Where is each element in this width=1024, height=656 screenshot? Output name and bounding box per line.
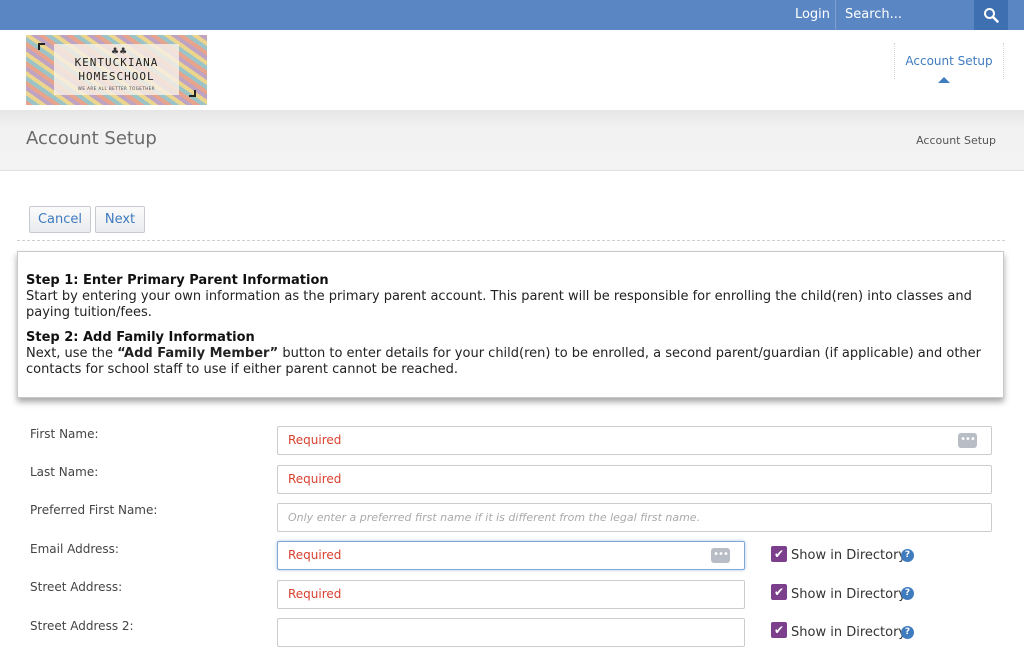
email-value: Required [288,548,342,562]
street-field[interactable]: Required [277,580,745,609]
logo-line-1: KENTUCKIANA [74,56,159,69]
search-icon [984,8,999,23]
page-title-band: Account Setup Account Setup [0,110,1024,171]
step-1-text: Start by entering your own information a… [26,289,972,320]
site-header: ♣♣ KENTUCKIANA HOMESCHOOL WE ARE ALL BET… [0,30,1024,110]
email-directory-label[interactable]: Show in Directory [791,548,906,563]
nav-item-account-setup[interactable]: Account Setup [894,43,1004,79]
street-label: Street Address: [30,580,123,594]
street-value: Required [288,587,342,601]
last-name-value: Required [288,472,342,486]
street-2-directory-label[interactable]: Show in Directory [791,625,906,640]
street-directory-checkbox[interactable]: ✔ [771,584,787,600]
first-name-field[interactable]: Required ••• [277,426,992,455]
preferred-first-name-label: Preferred First Name: [30,503,158,517]
instructions-box: Step 1: Enter Primary Parent Information… [17,251,1004,398]
logo-corner [38,43,45,50]
preferred-first-name-placeholder: Only enter a preferred first name if it … [288,511,701,524]
email-directory-checkbox[interactable]: ✔ [771,546,787,562]
street-2-label: Street Address 2: [30,619,134,633]
active-caret-icon [938,77,950,83]
step-1-heading: Step 1: Enter Primary Parent Information [26,273,329,288]
site-logo[interactable]: ♣♣ KENTUCKIANA HOMESCHOOL WE ARE ALL BET… [26,35,207,105]
last-name-field[interactable]: Required [277,465,992,494]
help-icon[interactable]: ? [901,587,914,600]
page-title: Account Setup [26,128,157,149]
last-name-label: Last Name: [30,465,99,479]
help-icon[interactable]: ? [901,626,914,639]
logo-line-2: HOMESCHOOL [78,70,155,83]
cancel-button[interactable]: Cancel [29,206,91,233]
breadcrumb: Account Setup [916,134,996,147]
step-2-text: Next, use the “Add Family Member” button… [26,346,994,378]
help-icon[interactable]: ? [901,549,914,562]
street-directory-label[interactable]: Show in Directory [791,587,906,602]
street-2-directory-checkbox[interactable]: ✔ [771,622,787,638]
first-name-label: First Name: [30,427,99,441]
more-options-icon[interactable]: ••• [958,433,977,448]
logo-corner [189,90,196,97]
email-field[interactable]: Required ••• [277,541,745,570]
more-options-icon[interactable]: ••• [711,548,730,563]
street-2-field[interactable] [277,618,745,647]
preferred-first-name-field[interactable]: Only enter a preferred first name if it … [277,503,992,532]
top-bar: Login Search... [0,0,1024,30]
divider [17,240,1005,241]
first-name-value: Required [288,433,342,447]
next-button[interactable]: Next [95,206,145,233]
step-2-heading: Step 2: Add Family Information [26,330,255,345]
add-family-member-ref: “Add Family Member” [117,346,279,361]
search-button[interactable] [974,0,1008,30]
login-link[interactable]: Login [790,0,836,30]
logo-tagline: WE ARE ALL BETTER TOGETHER [77,86,156,91]
email-label: Email Address: [30,542,119,556]
step-2-prefix: Next, use the [26,346,118,361]
search-input[interactable]: Search... [838,0,974,30]
